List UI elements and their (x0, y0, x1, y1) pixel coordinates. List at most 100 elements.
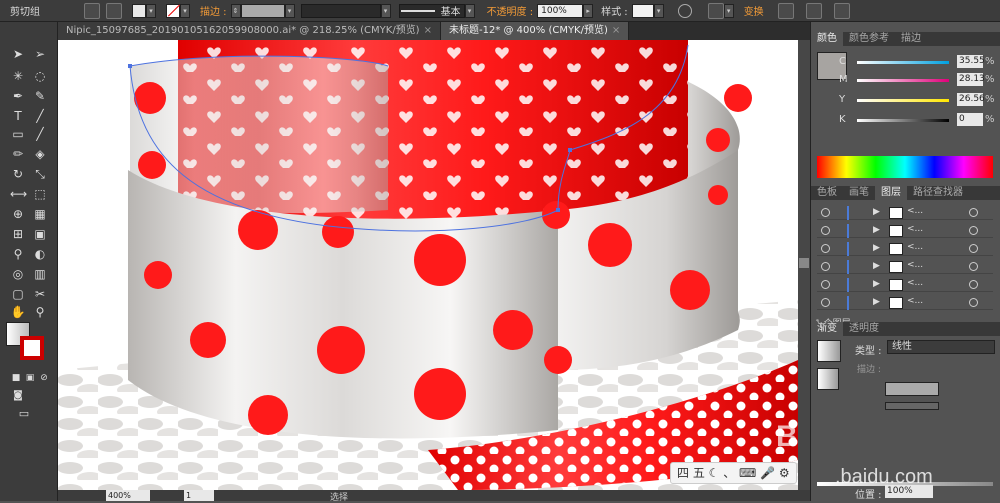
eye-icon[interactable] (821, 280, 830, 289)
align-icon[interactable] (707, 2, 724, 19)
artboard-field[interactable]: 1 (184, 490, 214, 501)
magic-wand-icon[interactable]: ✳ (10, 68, 26, 84)
opacity-field[interactable]: 100% (537, 3, 584, 18)
zoom-tool-icon[interactable]: ⚲ (32, 304, 48, 320)
shape-builder-icon[interactable]: ⊕ (10, 206, 26, 222)
hand-tool-icon[interactable]: ✋ (10, 304, 26, 320)
target-icon[interactable] (969, 208, 978, 217)
tab-gradient[interactable]: 渐变 (811, 322, 843, 336)
target-icon[interactable] (969, 226, 978, 235)
screen-mode-icon[interactable]: ▭ (16, 406, 32, 422)
type-tool-icon[interactable]: T (10, 108, 26, 124)
paintbrush-icon[interactable]: ╱ (32, 126, 48, 142)
eyedropper-icon[interactable]: ⚲ (10, 246, 26, 262)
eye-icon[interactable] (821, 262, 830, 271)
width-tool-icon[interactable]: ⟷ (10, 186, 27, 202)
eye-icon[interactable] (821, 298, 830, 307)
close-icon[interactable]: × (424, 25, 432, 36)
rectangle-tool-icon[interactable]: ▭ (10, 126, 26, 142)
column-graph-icon[interactable]: ▥ (32, 266, 48, 282)
gradient-preview[interactable] (817, 340, 841, 362)
layer-row[interactable]: ▶ <... (817, 206, 993, 220)
direct-selection-tool-icon[interactable]: ➢ (32, 46, 48, 62)
tab-transparency[interactable]: 透明度 (843, 322, 885, 336)
artboard-tool-icon[interactable]: ▢ (10, 286, 26, 302)
target-icon[interactable] (969, 244, 978, 253)
artboard-canvas[interactable]: Bai jing 四 五 ☾ 、 ⌨ 🎤 ⚙ (58, 40, 798, 490)
rotate-tool-icon[interactable]: ↻ (10, 166, 26, 182)
target-icon[interactable] (969, 262, 978, 271)
lasso-icon[interactable]: ◌ (32, 68, 48, 84)
magenta-value[interactable]: 28.13 (957, 73, 985, 86)
color-spectrum[interactable] (817, 156, 993, 178)
blend-tool-icon[interactable]: ◐ (32, 246, 48, 262)
slider-track[interactable] (857, 99, 949, 102)
mesh-tool-icon[interactable]: ⊞ (10, 226, 26, 242)
variable-width-dropdown[interactable]: ▾ (380, 3, 391, 18)
zoom-field[interactable]: 400% (106, 490, 150, 501)
expand-arrow-icon[interactable]: ▶ (873, 225, 880, 235)
tab-color[interactable]: 颜色 (811, 32, 843, 46)
fill-swatch[interactable] (132, 3, 146, 18)
layer-row[interactable]: ▶ <... (817, 296, 993, 310)
cyan-value[interactable]: 35.55 (957, 55, 985, 68)
curvature-tool-icon[interactable]: ✎ (32, 88, 48, 104)
target-icon[interactable] (969, 298, 978, 307)
layer-row[interactable]: ▶ <... (817, 278, 993, 292)
recolor-icon[interactable] (677, 3, 692, 18)
slider-track[interactable] (857, 119, 949, 122)
black-value[interactable]: 0 (957, 113, 983, 126)
expand-arrow-icon[interactable]: ▶ (873, 279, 880, 289)
layer-row[interactable]: ▶ <... (817, 224, 993, 238)
stroke-weight-stepper[interactable]: ⇕ (230, 3, 241, 18)
line-tool-icon[interactable]: ╱ (32, 108, 48, 124)
align-dropdown[interactable]: ▾ (723, 3, 734, 18)
vertical-scrollbar[interactable] (798, 40, 810, 490)
free-transform-icon[interactable]: ⬚ (32, 186, 48, 202)
stroke-label[interactable]: 描边 : (200, 3, 227, 18)
gradient-tool-icon[interactable]: ▣ (32, 226, 48, 242)
expand-arrow-icon[interactable]: ▶ (873, 261, 880, 271)
scroll-thumb[interactable] (799, 258, 809, 268)
brush-field[interactable]: 基本 (398, 3, 465, 18)
none-mode-icon[interactable]: ⊘ (36, 370, 52, 386)
gradient-angle-field[interactable] (885, 382, 939, 396)
draw-mode-icon[interactable]: ◙ (10, 388, 26, 404)
slice-tool-icon[interactable]: ✂ (32, 286, 48, 302)
close-icon[interactable]: × (612, 25, 620, 36)
fill-dropdown[interactable]: ▾ (146, 3, 156, 18)
brush-dropdown[interactable]: ▾ (464, 3, 475, 18)
stroke-color-swatch[interactable] (20, 336, 44, 360)
stroke-weight-dropdown[interactable]: ▾ (284, 3, 295, 18)
variable-width-field[interactable] (300, 3, 381, 18)
eye-icon[interactable] (821, 208, 830, 217)
symbol-sprayer-icon[interactable]: ◎ (10, 266, 26, 282)
slider-track[interactable] (857, 79, 949, 82)
layer-row[interactable]: ▶ <... (817, 242, 993, 256)
tab-layers[interactable]: 图层 (875, 186, 907, 200)
style-dropdown[interactable]: ▾ (653, 3, 664, 18)
expand-arrow-icon[interactable]: ▶ (873, 243, 880, 253)
perspective-grid-icon[interactable]: ▦ (32, 206, 48, 222)
opacity-dropdown[interactable]: ▸ (583, 3, 594, 18)
eraser-tool-icon[interactable]: ◈ (32, 146, 48, 162)
stroke-swatch[interactable] (166, 3, 181, 18)
panel-menu-icon[interactable] (833, 2, 850, 19)
tab-untitled[interactable]: 未标题-12* @ 400% (CMYK/预览) × (440, 22, 630, 40)
layer-row[interactable]: ▶ <... (817, 260, 993, 274)
eye-icon[interactable] (821, 244, 830, 253)
slider-track[interactable] (857, 61, 949, 64)
isolate-icon[interactable] (84, 2, 100, 19)
selection-tool-icon[interactable]: ➤ (10, 46, 26, 62)
transform-link[interactable]: 变换 (744, 3, 764, 18)
stroke-weight-field[interactable] (240, 3, 285, 18)
transform-icon[interactable] (777, 2, 794, 19)
expand-arrow-icon[interactable]: ▶ (873, 207, 880, 217)
gradient-fill-swatch[interactable] (817, 368, 839, 390)
tab-color-guide[interactable]: 颜色参考 (843, 32, 895, 46)
aspect-ratio-field[interactable] (885, 402, 939, 410)
gradient-type-select[interactable]: 线性 (887, 340, 995, 354)
opacity-label[interactable]: 不透明度 : (487, 3, 534, 18)
tab-brushes[interactable]: 画笔 (843, 186, 875, 200)
expand-arrow-icon[interactable]: ▶ (873, 297, 880, 307)
